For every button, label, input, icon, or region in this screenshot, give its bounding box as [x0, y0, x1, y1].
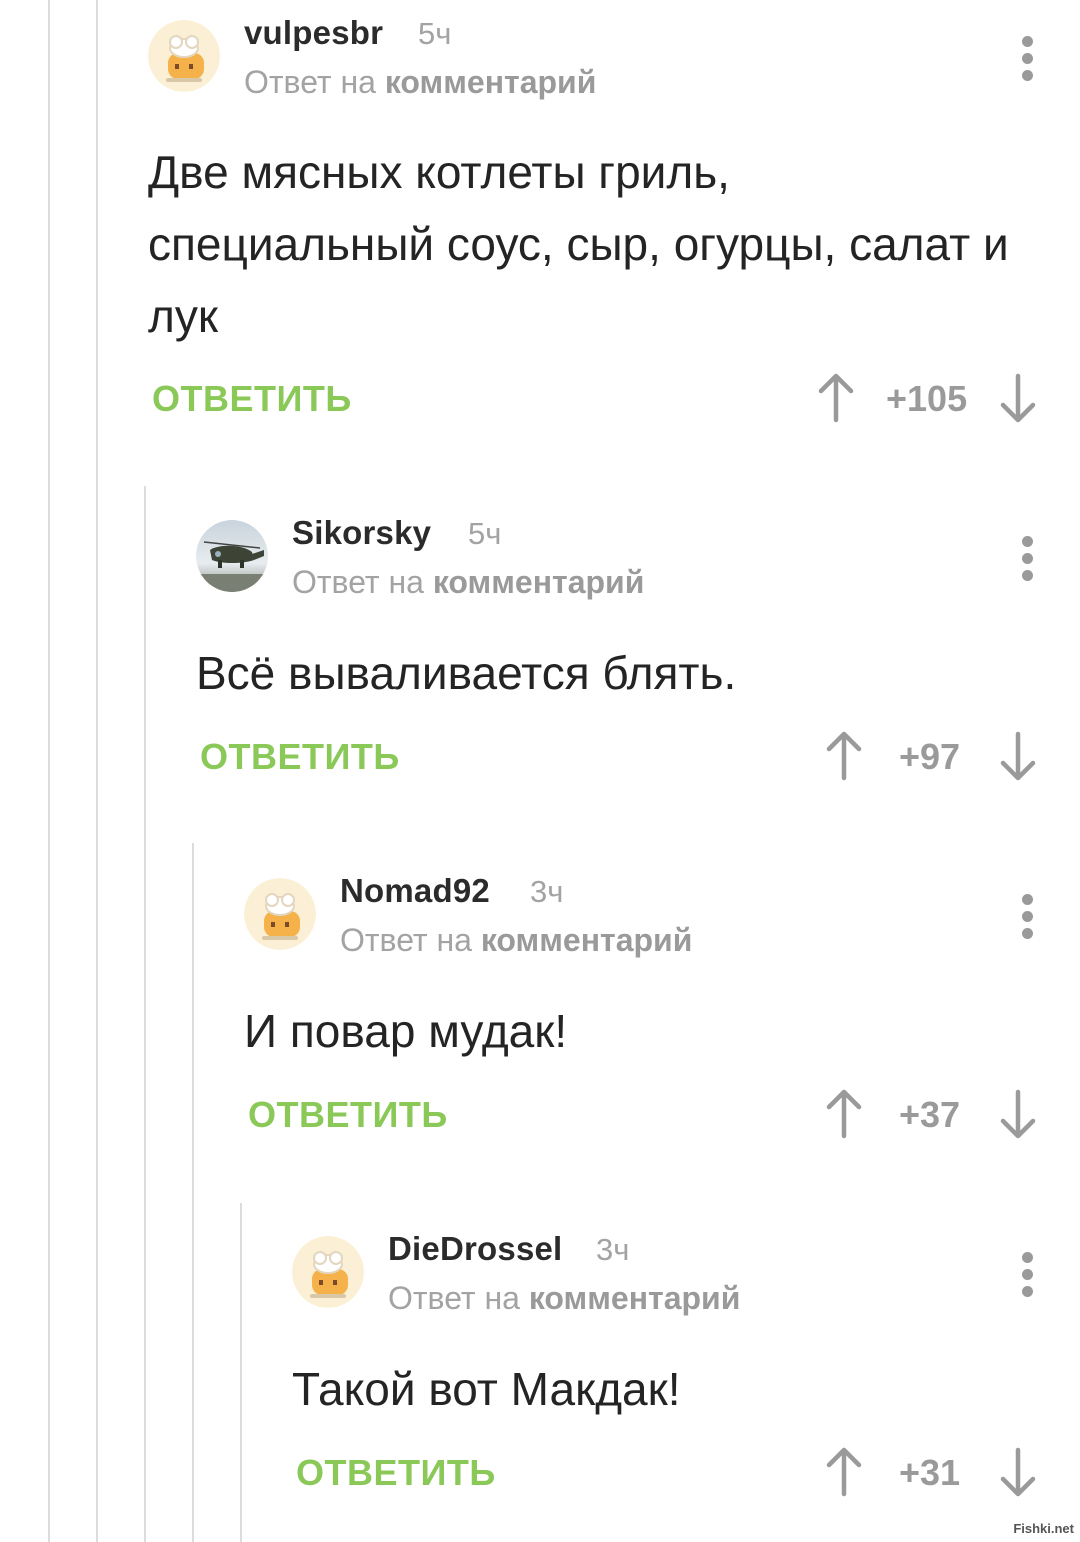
reply-to-line: Ответ на комментарий: [292, 564, 644, 601]
reply-button[interactable]: ОТВЕТИТЬ: [248, 1094, 448, 1136]
reply-to-link[interactable]: комментарий: [529, 1280, 741, 1316]
comment-text: И повар мудак!: [244, 1005, 568, 1057]
reply-to-line: Ответ на комментарий: [340, 922, 692, 959]
avatar[interactable]: [292, 1236, 364, 1308]
vote-score: +37: [899, 1094, 961, 1135]
comment-author[interactable]: DieDrossel: [388, 1230, 562, 1268]
vote-score: +97: [899, 736, 961, 777]
default-avatar-icon: [148, 20, 220, 92]
upvote-arrow-icon[interactable]: [824, 731, 864, 781]
more-options-icon[interactable]: [1020, 536, 1034, 584]
reply-button[interactable]: ОТВЕТИТЬ: [152, 378, 352, 420]
watermark: Fishki.net: [1013, 1521, 1074, 1536]
vote-score: +105: [886, 378, 968, 419]
comment-author[interactable]: vulpesbr: [244, 14, 383, 52]
comment-author[interactable]: Sikorsky: [292, 514, 431, 552]
thread-line: [192, 843, 194, 1542]
reply-button[interactable]: ОТВЕТИТЬ: [200, 736, 400, 778]
default-avatar-icon: [292, 1236, 364, 1308]
reply-to-prefix: Ответ на: [388, 1280, 520, 1316]
reply-to-line: Ответ на комментарий: [244, 64, 596, 101]
thread-line: [48, 0, 50, 1542]
thread-line: [240, 1203, 242, 1542]
comment-author[interactable]: Nomad92: [340, 872, 490, 910]
more-options-icon[interactable]: [1020, 1252, 1034, 1300]
comment-time: 3ч: [596, 1232, 630, 1267]
comment-time: 5ч: [468, 516, 502, 551]
downvote-arrow-icon[interactable]: [998, 373, 1038, 423]
more-options-icon[interactable]: [1020, 36, 1034, 84]
comment: DieDrossel 3ч Ответ на комментарий Такой…: [292, 1216, 1080, 1536]
helicopter-avatar: [196, 520, 268, 592]
reply-to-prefix: Ответ на: [340, 922, 472, 958]
avatar[interactable]: [196, 520, 268, 592]
reply-to-link[interactable]: комментарий: [433, 564, 645, 600]
comment: Sikorsky 5ч Ответ на комментарий Всё выв…: [196, 500, 1080, 820]
default-avatar-icon: [244, 878, 316, 950]
reply-to-line: Ответ на комментарий: [388, 1280, 740, 1317]
upvote-arrow-icon[interactable]: [824, 1089, 864, 1139]
reply-button[interactable]: ОТВЕТИТЬ: [296, 1452, 496, 1494]
vote-score: +31: [899, 1452, 961, 1493]
reply-to-link[interactable]: комментарий: [385, 64, 597, 100]
comment: vulpesbr 5ч Ответ на комментарий Две мяс…: [148, 0, 1080, 460]
comment: Nomad92 3ч Ответ на комментарий И повар …: [244, 858, 1080, 1178]
comment-time: 3ч: [530, 874, 564, 909]
downvote-arrow-icon[interactable]: [998, 1089, 1038, 1139]
comment-text: Всё вываливается блять.: [196, 647, 737, 699]
downvote-arrow-icon[interactable]: [998, 731, 1038, 781]
upvote-arrow-icon[interactable]: [824, 1447, 864, 1497]
avatar[interactable]: [148, 20, 220, 92]
avatar[interactable]: [244, 878, 316, 950]
comment-text: Такой вот Макдак!: [292, 1363, 681, 1415]
reply-to-prefix: Ответ на: [292, 564, 424, 600]
thread-line: [144, 486, 146, 1542]
more-options-icon[interactable]: [1020, 894, 1034, 942]
reply-to-link[interactable]: комментарий: [481, 922, 693, 958]
upvote-arrow-icon[interactable]: [816, 373, 856, 423]
thread-line: [96, 0, 98, 1542]
comment-text: Две мясных котлеты гриль, специальный со…: [148, 146, 1009, 342]
reply-to-prefix: Ответ на: [244, 64, 376, 100]
comment-time: 5ч: [418, 16, 452, 51]
downvote-arrow-icon[interactable]: [998, 1447, 1038, 1497]
